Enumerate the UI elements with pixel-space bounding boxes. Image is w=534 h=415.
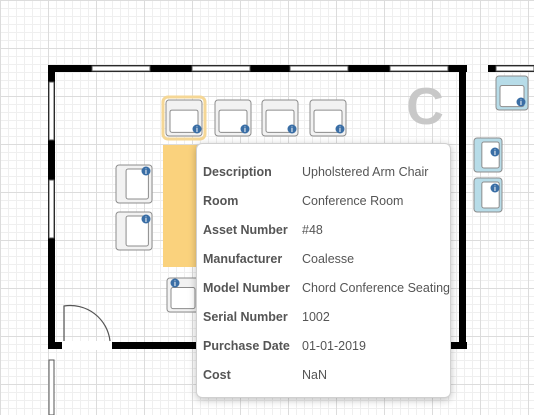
svg-text:i: i	[145, 217, 147, 224]
tooltip-value: 01-01-2019	[302, 338, 366, 353]
chair[interactable]: i	[115, 164, 153, 204]
tooltip-label: Manufacturer	[203, 251, 283, 266]
tooltip-label: Cost	[203, 367, 231, 382]
room-letter: C	[406, 78, 444, 136]
chair[interactable]: i	[309, 99, 347, 137]
tooltip-value: Coalesse	[302, 251, 355, 266]
chair[interactable]: i	[473, 177, 503, 213]
tooltip-row: Manufacturer Coalesse	[197, 244, 450, 273]
tooltip-row: Model Number Chord Conference Seating	[197, 273, 450, 302]
svg-text:i: i	[196, 127, 198, 134]
tooltip-label: Room	[203, 193, 239, 208]
tooltip-value: NaN	[302, 367, 328, 382]
tooltip-row: Serial Number 1002	[197, 302, 450, 331]
tooltip-row: Purchase Date 01-01-2019	[197, 331, 450, 360]
tooltip-row: Description Upholstered Arm Chair	[197, 157, 450, 186]
svg-text:i: i	[291, 127, 293, 134]
tooltip-value: 1002	[302, 309, 330, 324]
chair[interactable]: i	[261, 99, 299, 137]
chair[interactable]: i	[166, 277, 200, 313]
tooltip-row: Asset Number #48	[197, 215, 450, 244]
svg-text:i: i	[339, 127, 341, 134]
svg-text:i: i	[145, 169, 147, 176]
tooltip-value: Conference Room	[302, 193, 404, 208]
svg-text:i: i	[494, 150, 496, 157]
chair[interactable]: i	[495, 75, 529, 111]
tooltip-row: Cost NaN	[197, 360, 450, 389]
chair-selected[interactable]: i	[161, 95, 207, 141]
tooltip-value: #48	[302, 222, 323, 237]
tooltip-label: Model Number	[203, 280, 290, 295]
svg-text:i: i	[494, 186, 496, 193]
door	[62, 304, 112, 350]
chair[interactable]: i	[115, 211, 153, 251]
chair[interactable]: i	[214, 99, 252, 137]
tooltip-label: Purchase Date	[203, 338, 290, 353]
svg-text:i: i	[244, 127, 246, 134]
tooltip-row: Room Conference Room	[197, 186, 450, 215]
tooltip-value: Upholstered Arm Chair	[302, 164, 429, 179]
svg-text:i: i	[174, 281, 176, 288]
asset-tooltip: Description Upholstered Arm Chair Room Conf…	[196, 143, 451, 398]
conference-table[interactable]	[163, 145, 199, 267]
svg-text:i: i	[520, 100, 522, 107]
tooltip-label: Asset Number	[203, 222, 288, 237]
tooltip-label: Serial Number	[203, 309, 288, 324]
tooltip-label: Description	[203, 164, 272, 179]
chair[interactable]: i	[473, 137, 503, 173]
tooltip-value: Chord Conference Seating	[301, 280, 450, 295]
